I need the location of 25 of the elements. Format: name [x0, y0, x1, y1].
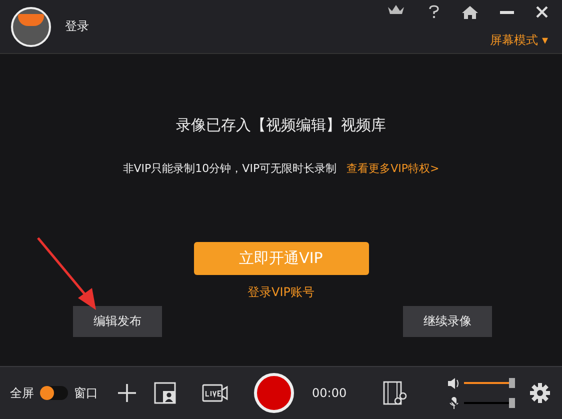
film-scissors-icon[interactable]	[382, 381, 407, 405]
screen-mode-dropdown[interactable]: 屏幕模式 ▾	[490, 32, 548, 49]
recording-timer: 00:00	[312, 386, 347, 400]
record-button[interactable]	[254, 373, 294, 413]
login-link[interactable]: 登录	[65, 18, 89, 35]
speaker-icon[interactable]	[448, 378, 460, 388]
fullscreen-label: 全屏	[10, 384, 34, 402]
portrait-frame-icon[interactable]	[154, 382, 176, 404]
edit-publish-button[interactable]: 编辑发布	[73, 306, 162, 337]
vip-notice: 非VIP只能录制10分钟，VIP可无限时长录制	[122, 161, 337, 176]
app-logo-icon	[11, 6, 51, 46]
settings-icon[interactable]	[530, 383, 550, 403]
minimize-icon[interactable]	[500, 10, 514, 14]
close-icon[interactable]	[536, 6, 548, 18]
saved-message: 录像已存入【视频编辑】视频库	[176, 116, 386, 135]
continue-recording-button[interactable]: 继续录像	[403, 306, 492, 337]
live-camera-icon[interactable]	[202, 383, 228, 403]
home-icon[interactable]	[462, 6, 478, 18]
vip-login-link[interactable]: 登录VIP账号	[248, 284, 314, 301]
muted-microphone-icon[interactable]	[448, 396, 460, 408]
window-label: 窗口	[74, 384, 98, 402]
help-icon[interactable]	[428, 5, 440, 19]
vip-privileges-link[interactable]: 查看更多VIP特权>	[346, 161, 440, 176]
add-icon[interactable]	[118, 384, 136, 402]
mode-toggle[interactable]	[40, 386, 68, 400]
